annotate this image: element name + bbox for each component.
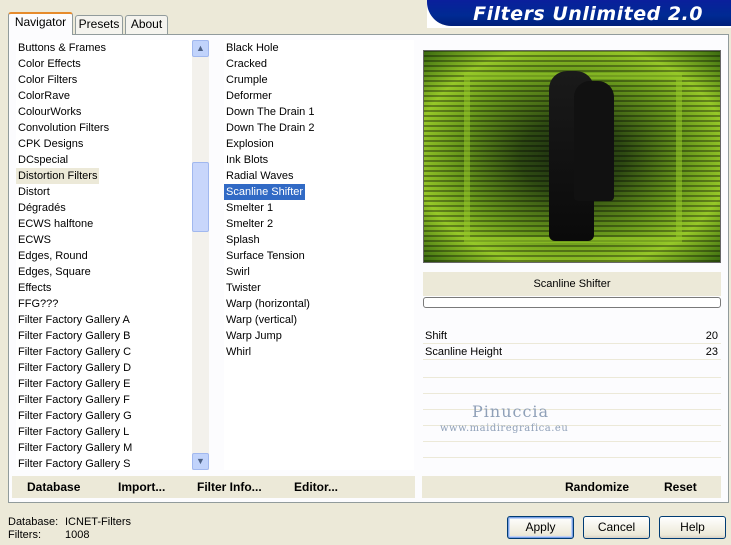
filter-item[interactable]: Warp Jump — [224, 328, 284, 344]
left-toolbar: Database Import... Filter Info... Editor… — [12, 476, 415, 498]
watermark-url: www.maidiregrafica.eu — [440, 423, 569, 434]
category-item[interactable]: Edges, Square — [16, 264, 93, 280]
category-item[interactable]: Filter Factory Gallery F — [16, 392, 132, 408]
filter-item[interactable]: Surface Tension — [224, 248, 307, 264]
category-item[interactable]: Filter Factory Gallery D — [16, 360, 133, 376]
filter-item[interactable]: Ink Blots — [224, 152, 270, 168]
filter-item[interactable]: Down The Drain 2 — [224, 120, 316, 136]
category-item[interactable]: Filter Factory Gallery A — [16, 312, 132, 328]
category-item[interactable]: Color Effects — [16, 56, 83, 72]
category-item[interactable]: Filter Factory Gallery L — [16, 424, 131, 440]
filter-item[interactable]: Crumple — [224, 72, 270, 88]
param-label: Scanline Height — [425, 346, 503, 358]
tab-presets[interactable]: Presets — [75, 15, 123, 34]
filter-item[interactable]: Splash — [224, 232, 262, 248]
param-row-scanline-height[interactable]: Scanline Height 23 — [423, 344, 721, 360]
category-item[interactable]: ECWS halftone — [16, 216, 95, 232]
database-label: Database: — [8, 516, 59, 528]
category-item[interactable]: ECWS — [16, 232, 53, 248]
filter-info-button[interactable]: Filter Info... — [197, 480, 262, 494]
scroll-thumb[interactable] — [192, 162, 209, 232]
filter-item[interactable]: Deformer — [224, 88, 274, 104]
filter-item[interactable]: Smelter 1 — [224, 200, 275, 216]
param-label: Shift — [425, 330, 448, 342]
database-button[interactable]: Database — [27, 480, 80, 494]
param-row-shift[interactable]: Shift 20 — [423, 328, 721, 344]
preview-image — [423, 50, 721, 263]
tab-about[interactable]: About — [125, 15, 168, 34]
category-item[interactable]: Filter Factory Gallery E — [16, 376, 132, 392]
filters-info: Filters: 1008 — [8, 529, 89, 541]
tab-navigator[interactable]: Navigator — [8, 12, 73, 35]
category-item[interactable]: Color Filters — [16, 72, 79, 88]
randomize-button[interactable]: Randomize — [565, 480, 629, 494]
filters-value: 1008 — [65, 529, 90, 541]
chevron-up-icon: ▲ — [196, 43, 205, 53]
category-list[interactable]: Buttons & Frames Color Effects Color Filte… — [16, 40, 192, 470]
database-info: Database: ICNET-Filters — [8, 516, 131, 528]
filter-item[interactable]: Black Hole — [224, 40, 281, 56]
category-item[interactable]: Distortion Filters — [16, 168, 100, 184]
import-button[interactable]: Import... — [118, 480, 165, 494]
filter-name-label: Scanline Shifter — [423, 272, 721, 296]
category-item[interactable]: Effects — [16, 280, 53, 296]
category-item[interactable]: Distort — [16, 184, 52, 200]
category-item[interactable]: Dégradés — [16, 200, 68, 216]
category-item[interactable]: Filter Factory Gallery M — [16, 440, 134, 456]
category-scrollbar[interactable]: ▲ ▼ — [192, 40, 209, 470]
filter-item[interactable]: Whirl — [224, 344, 253, 360]
watermark-name: Pinuccia — [472, 402, 550, 421]
filters-label: Filters: — [8, 529, 41, 541]
tab-label: Navigator — [14, 15, 67, 29]
empty-param-rows — [423, 362, 721, 470]
cancel-button[interactable]: Cancel — [583, 516, 650, 539]
param-value[interactable]: 23 — [706, 344, 718, 360]
tab-label: About — [130, 17, 163, 31]
param-value[interactable]: 20 — [706, 328, 718, 344]
filter-item[interactable]: Explosion — [224, 136, 276, 152]
filter-item[interactable]: Smelter 2 — [224, 216, 275, 232]
category-item[interactable]: Buttons & Frames — [16, 40, 108, 56]
filter-item[interactable]: Twister — [224, 280, 263, 296]
apply-button[interactable]: Apply — [507, 516, 574, 539]
category-item[interactable]: ColourWorks — [16, 104, 83, 120]
category-item[interactable]: Filter Factory Gallery S — [16, 456, 132, 472]
category-item[interactable]: CPK Designs — [16, 136, 85, 152]
filter-list[interactable]: Black Hole Cracked Crumple Deformer Down The… — [224, 40, 414, 470]
tab-label: Presets — [78, 17, 120, 31]
category-item[interactable]: Convolution Filters — [16, 120, 111, 136]
filter-item[interactable]: Cracked — [224, 56, 269, 72]
filter-item[interactable]: Radial Waves — [224, 168, 295, 184]
database-value: ICNET-Filters — [65, 516, 131, 528]
filter-item[interactable]: Warp (horizontal) — [224, 296, 312, 312]
title-banner: Filters Unlimited 2.0 — [427, 0, 731, 28]
right-toolbar: Randomize Reset — [422, 476, 721, 498]
filter-item[interactable]: Scanline Shifter — [224, 184, 306, 200]
category-item[interactable]: Filter Factory Gallery G — [16, 408, 134, 424]
filter-item[interactable]: Warp (vertical) — [224, 312, 299, 328]
category-item[interactable]: ColorRave — [16, 88, 72, 104]
preview-figure-shape — [574, 81, 614, 201]
category-item[interactable]: Filter Factory Gallery B — [16, 328, 132, 344]
progress-bar — [423, 297, 721, 308]
category-item[interactable]: Filter Factory Gallery C — [16, 344, 133, 360]
chevron-down-icon: ▼ — [196, 456, 205, 466]
filter-item[interactable]: Swirl — [224, 264, 252, 280]
reset-button[interactable]: Reset — [664, 480, 697, 494]
parameter-list: Shift 20 Scanline Height 23 — [423, 328, 721, 360]
editor-button[interactable]: Editor... — [294, 480, 338, 494]
category-item[interactable]: Edges, Round — [16, 248, 90, 264]
help-button[interactable]: Help — [659, 516, 726, 539]
app-title: Filters Unlimited 2.0 — [473, 3, 703, 25]
scroll-down-button[interactable]: ▼ — [192, 453, 209, 470]
scroll-up-button[interactable]: ▲ — [192, 40, 209, 57]
category-item[interactable]: FFG??? — [16, 296, 60, 312]
category-item[interactable]: DCspecial — [16, 152, 70, 168]
filter-item[interactable]: Down The Drain 1 — [224, 104, 316, 120]
